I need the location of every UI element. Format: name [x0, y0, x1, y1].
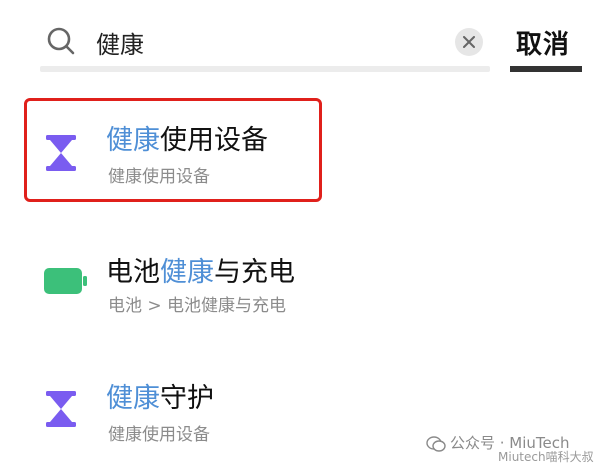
- result-title-rest: 使用设备: [160, 125, 268, 156]
- search-icon: [47, 27, 75, 55]
- result-title: 健康守护: [106, 376, 214, 415]
- result-item-battery-health[interactable]: 电池健康与充电 电池 > 电池健康与充电: [0, 234, 604, 334]
- result-subtitle: 健康使用设备: [108, 425, 210, 445]
- result-subtitle: 健康使用设备: [108, 167, 210, 187]
- hourglass-icon: [46, 391, 76, 427]
- result-title-highlight: 健康: [106, 125, 160, 156]
- battery-icon: [44, 268, 87, 294]
- search-underline: [40, 66, 490, 72]
- wechat-icon: [426, 435, 446, 452]
- result-title-highlight: 健康: [160, 257, 214, 288]
- cancel-button[interactable]: 取消: [516, 24, 570, 61]
- result-title: 电池健康与充电: [106, 250, 295, 289]
- watermark-secondary: Miutech喵科大叔: [498, 450, 594, 464]
- hourglass-icon: [46, 135, 76, 171]
- cancel-underline: [510, 66, 582, 72]
- search-bar: 取消: [0, 0, 604, 80]
- result-subtitle: 电池 > 电池健康与充电: [108, 296, 287, 316]
- search-input[interactable]: [96, 24, 436, 60]
- result-title-rest: 与充电: [214, 257, 295, 288]
- result-title-highlight: 健康: [106, 383, 160, 414]
- result-title-prefix: 电池: [106, 257, 160, 288]
- result-title: 健康使用设备: [106, 118, 268, 157]
- close-icon: [463, 36, 475, 48]
- result-title-rest: 守护: [160, 383, 214, 414]
- result-item-healthy-device-usage[interactable]: 健康使用设备 健康使用设备: [0, 98, 604, 202]
- clear-search-button[interactable]: [455, 28, 483, 56]
